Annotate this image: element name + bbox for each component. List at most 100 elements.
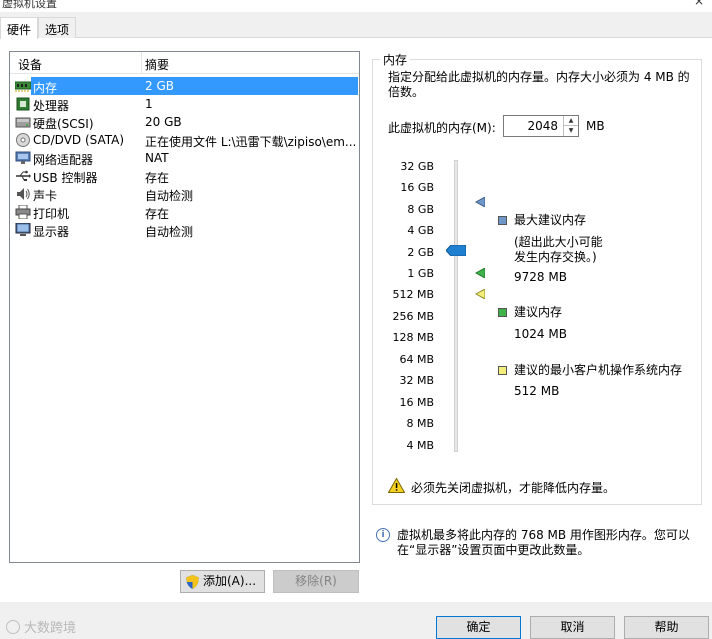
scale-tick: 8 MB [406, 417, 434, 430]
column-header-summary[interactable]: 摘要 [145, 56, 169, 73]
warning-text: 必须先关闭虚拟机，才能降低内存量。 [411, 481, 616, 495]
device-name: 硬盘(SCSI) [33, 117, 94, 131]
min-recommended-legend-icon [498, 366, 507, 375]
column-header-device[interactable]: 设备 [18, 56, 42, 73]
remove-device-button[interactable]: 移除(R) [273, 570, 359, 593]
device-row-hard-disk[interactable]: 硬盘(SCSI) 20 GB [10, 113, 359, 131]
recommended-value: 1024 MB [514, 327, 567, 341]
shield-icon [186, 575, 199, 589]
tab-options[interactable]: 选项 [38, 17, 77, 38]
tab-strip-divider [0, 37, 712, 38]
device-row-memory[interactable]: 内存 2 GB [10, 77, 359, 95]
warning-icon [388, 478, 405, 493]
processor-icon [16, 97, 30, 111]
watermark-logo-icon [6, 620, 20, 634]
memory-description: 指定分配给此虚拟机的内存量。内存大小必须为 4 MB 的倍数。 [388, 70, 690, 99]
device-summary: 自动检测 [145, 189, 194, 203]
scale-tick: 8 GB [407, 203, 434, 216]
close-icon[interactable]: × [694, 0, 704, 8]
memory-group-title: 内存 [380, 51, 411, 68]
help-button[interactable]: 帮助 [624, 616, 709, 639]
usb-icon [16, 170, 31, 181]
scale-tick: 256 MB [392, 310, 434, 323]
scale-tick: 32 GB [400, 160, 434, 173]
recommended-title: 建议内存 [514, 305, 563, 319]
device-name: 处理器 [33, 99, 70, 113]
scale-tick: 4 GB [407, 224, 434, 237]
max-recommended-value: 9728 MB [514, 270, 567, 284]
device-list-header: 设备 摘要 [10, 52, 359, 74]
add-device-button[interactable]: 添加(A)... [180, 570, 265, 593]
recommended-marker-icon [475, 268, 485, 278]
device-summary: 正在使用文件 L:\迅雷下载\zipiso\em... [145, 135, 355, 149]
printer-icon [15, 205, 31, 219]
device-name: USB 控制器 [33, 171, 98, 185]
memory-spinbox[interactable]: 2048 ▲ ▼ [503, 115, 579, 137]
device-summary: 存在 [145, 171, 170, 185]
memory-field-label: 此虚拟机的内存(M): [388, 121, 496, 135]
hard-disk-icon [15, 117, 31, 128]
device-summary: 20 GB [145, 115, 182, 129]
ok-button[interactable]: 确定 [436, 616, 521, 639]
scale-tick: 512 MB [392, 288, 434, 301]
scale-tick: 4 MB [406, 439, 434, 452]
max-recommended-legend-icon [498, 216, 507, 225]
monitor-icon [15, 223, 31, 236]
device-name: 显示器 [33, 225, 70, 239]
memory-unit: MB [586, 119, 605, 133]
memory-icon [15, 81, 31, 92]
device-row-printer[interactable]: 打印机 存在 [10, 203, 359, 221]
recommended-legend-icon [498, 308, 507, 317]
max-recommended-title: 最大建议内存 [514, 213, 587, 227]
window-title: 虚拟机设置 [2, 0, 57, 10]
info-icon: i [376, 528, 390, 542]
scale-tick: 16 GB [400, 181, 434, 194]
column-separator[interactable] [141, 52, 142, 74]
device-summary: 1 [145, 97, 153, 111]
max-recommended-note: 发生内存交换。) [514, 250, 597, 264]
min-recommended-value: 512 MB [514, 384, 560, 398]
graphics-memory-info: 虚拟机最多将此内存的 768 MB 用作图形内存。您可以在“显示器”设置页面中更… [397, 528, 690, 557]
window-title-bar: 虚拟机设置 × [0, 0, 712, 12]
add-button-label: 添加(A)... [203, 574, 257, 588]
watermark-text: 大数跨境 [24, 621, 77, 636]
device-row-sound-card[interactable]: 声卡 自动检测 [10, 185, 359, 203]
sound-card-icon [17, 188, 30, 200]
spin-buttons: ▲ ▼ [563, 116, 578, 136]
spin-down-icon[interactable]: ▼ [564, 126, 578, 136]
cancel-button[interactable]: 取消 [530, 616, 615, 639]
memory-value[interactable]: 2048 [527, 119, 558, 133]
device-row-usb[interactable]: USB 控制器 存在 [10, 167, 359, 185]
device-name: 打印机 [33, 207, 70, 221]
device-summary: 2 GB [145, 79, 174, 93]
network-adapter-icon [15, 151, 31, 164]
memory-slider-track[interactable] [454, 160, 458, 452]
scale-tick: 1 GB [407, 267, 434, 280]
memory-slider-thumb[interactable] [446, 245, 466, 256]
device-row-cd-dvd[interactable]: CD/DVD (SATA) 正在使用文件 L:\迅雷下载\zipiso\em..… [10, 131, 359, 149]
device-name: 声卡 [33, 189, 58, 203]
device-row-network-adapter[interactable]: 网络适配器 NAT [10, 149, 359, 167]
scale-tick: 128 MB [392, 331, 434, 344]
device-row-processor[interactable]: 处理器 1 [10, 95, 359, 113]
device-summary: 存在 [145, 207, 170, 221]
device-summary: NAT [145, 151, 169, 165]
device-name: 网络适配器 [33, 153, 94, 167]
tab-hardware[interactable]: 硬件 [0, 17, 39, 39]
min-recommended-title: 建议的最小客户机操作系统内存 [514, 363, 683, 377]
scale-tick: 64 MB [399, 353, 434, 366]
min-recommended-marker-icon [475, 289, 485, 299]
spin-up-icon[interactable]: ▲ [564, 116, 578, 126]
device-row-monitor[interactable]: 显示器 自动检测 [10, 221, 359, 239]
device-list[interactable]: 设备 摘要 内存 2 GB 处理器 1 硬盘(SCSI) 20 GB CD/DV… [9, 51, 360, 563]
device-name: 内存 [33, 81, 58, 95]
scale-tick: 16 MB [399, 396, 434, 409]
scale-tick: 2 GB [407, 246, 434, 259]
cd-dvd-icon [16, 133, 30, 147]
max-recommended-marker-icon [475, 197, 485, 207]
scale-tick: 32 MB [399, 374, 434, 387]
max-recommended-note: (超出此大小可能 [514, 235, 603, 249]
device-name: CD/DVD (SATA) [33, 133, 125, 147]
watermark: 大数跨境 [6, 617, 76, 636]
device-summary: 自动检测 [145, 225, 194, 239]
